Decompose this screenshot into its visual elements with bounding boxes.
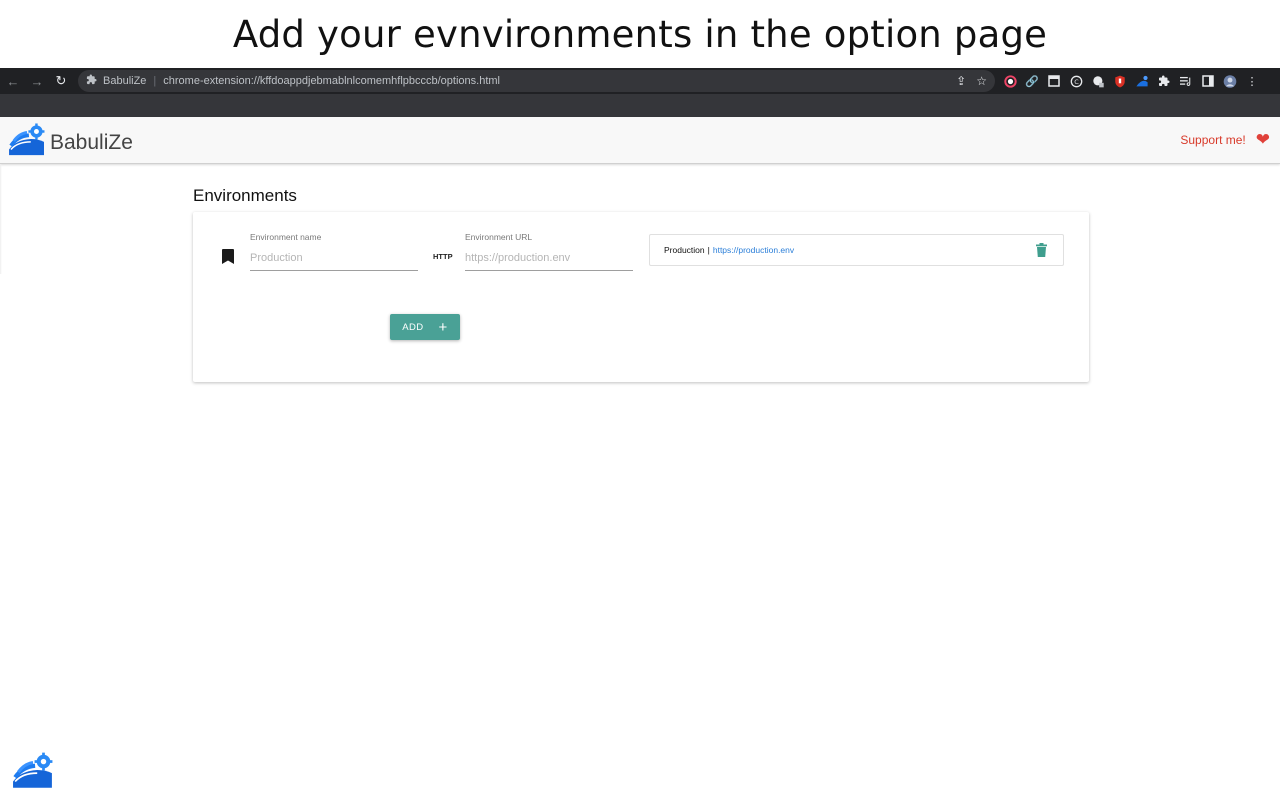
more-icon[interactable]: ⋮ bbox=[1245, 74, 1259, 88]
avatar-icon[interactable] bbox=[1223, 74, 1237, 88]
arrow-right-icon: → bbox=[30, 73, 44, 89]
environment-url-field: Environment URL bbox=[465, 232, 633, 271]
environment-item-separator: | bbox=[707, 245, 710, 255]
environment-name-input[interactable] bbox=[250, 249, 418, 271]
puzzle-icon[interactable] bbox=[1157, 74, 1171, 88]
brand[interactable]: BabuliZe bbox=[8, 123, 133, 162]
support-link[interactable]: Support me! ❤ bbox=[1180, 131, 1270, 148]
extension-icons: 🔗 C ⋮ bbox=[1003, 74, 1259, 88]
reload-button[interactable]: ↻ bbox=[50, 70, 72, 92]
back-button[interactable]: ← bbox=[2, 70, 24, 92]
add-environment-button[interactable]: ADD + bbox=[390, 314, 460, 340]
side-shadow bbox=[0, 164, 2, 274]
puzzle-icon bbox=[86, 74, 97, 88]
address-bar[interactable]: BabuliZe | chrome-extension://kffdoappdj… bbox=[78, 70, 995, 92]
share-icon[interactable]: ⇪ bbox=[956, 74, 966, 88]
reload-icon: ↻ bbox=[55, 73, 67, 88]
environment-url-label: Environment URL bbox=[465, 232, 533, 242]
protocol-label: HTTP bbox=[433, 252, 453, 261]
ghost-icon[interactable] bbox=[1091, 74, 1105, 88]
add-button-label: ADD bbox=[402, 321, 424, 333]
environment-name-label: Environment name bbox=[250, 232, 322, 242]
link-icon[interactable]: 🔗 bbox=[1025, 74, 1039, 88]
svg-text:C: C bbox=[1074, 78, 1079, 86]
babulize-logo-icon bbox=[8, 123, 46, 162]
page-title: Environments bbox=[193, 186, 297, 205]
browser-chrome: ← → ↻ BabuliZe | chrome-extension://kffd… bbox=[0, 68, 1280, 117]
babulize-icon[interactable] bbox=[1135, 74, 1149, 88]
heart-icon: ❤ bbox=[1255, 130, 1270, 149]
plus-icon: + bbox=[438, 318, 448, 336]
arrow-left-icon: ← bbox=[6, 73, 20, 89]
color-picker-icon[interactable] bbox=[1003, 74, 1017, 88]
page-caption: Add your evnvironments in the option pag… bbox=[232, 12, 1048, 56]
site-name: BabuliZe bbox=[103, 75, 147, 87]
environments-card: Environment name HTTP Environment URL Pr… bbox=[193, 212, 1089, 382]
environment-item-url[interactable]: https://production.env bbox=[713, 245, 794, 255]
browser-toolbar: ← → ↻ BabuliZe | chrome-extension://kffd… bbox=[0, 68, 1280, 94]
star-icon[interactable]: ☆ bbox=[976, 74, 987, 88]
playlist-icon[interactable] bbox=[1179, 74, 1193, 88]
c-icon[interactable]: C bbox=[1069, 74, 1083, 88]
environment-url-input[interactable] bbox=[465, 249, 633, 271]
shield-icon[interactable] bbox=[1113, 74, 1127, 88]
environment-list-item[interactable]: Production | https://production.env bbox=[649, 234, 1064, 266]
brand-name: BabuliZe bbox=[50, 130, 133, 154]
address-separator: | bbox=[153, 75, 157, 87]
forward-button[interactable]: → bbox=[26, 70, 48, 92]
trash-icon bbox=[1036, 243, 1047, 259]
delete-environment-button[interactable] bbox=[1036, 243, 1047, 259]
babulize-logo-icon bbox=[12, 752, 54, 795]
app-header: BabuliZe Support me! ❤ bbox=[0, 117, 1280, 164]
window-icon[interactable] bbox=[1047, 74, 1061, 88]
environment-name-field: Environment name bbox=[250, 232, 418, 271]
url-text: chrome-extension://kffdoappdjebmablnlcom… bbox=[163, 75, 500, 87]
support-label: Support me! bbox=[1180, 132, 1246, 147]
environment-item-name: Production bbox=[664, 245, 705, 255]
bookmark-icon bbox=[222, 249, 234, 269]
sidebar-icon[interactable] bbox=[1201, 74, 1215, 88]
